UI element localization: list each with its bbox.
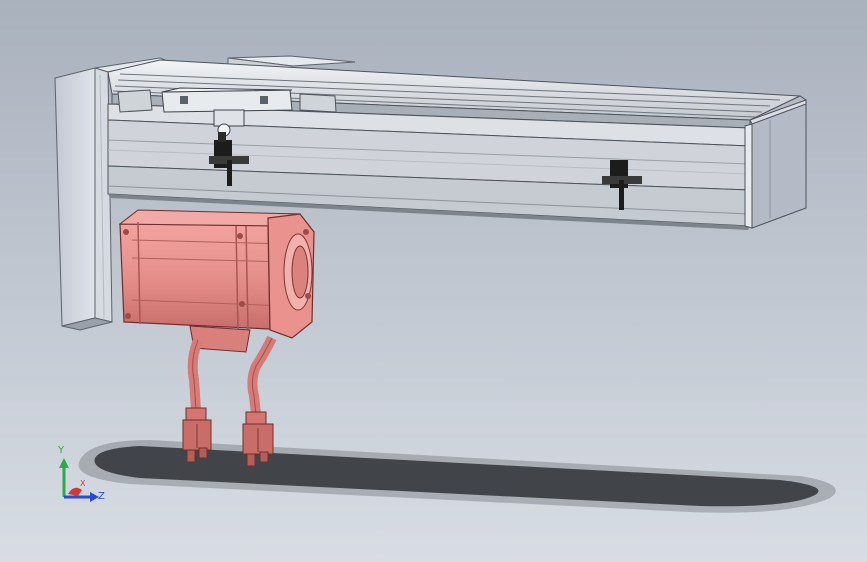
y-axis-label: Y <box>57 445 65 456</box>
cad-viewport[interactable]: Y Z X <box>0 0 867 562</box>
motor-cable-left <box>187 338 203 411</box>
model-canvas[interactable]: Y Z X <box>0 0 867 562</box>
x-axis-label: X <box>80 479 86 488</box>
z-axis-label: Z <box>98 491 105 502</box>
